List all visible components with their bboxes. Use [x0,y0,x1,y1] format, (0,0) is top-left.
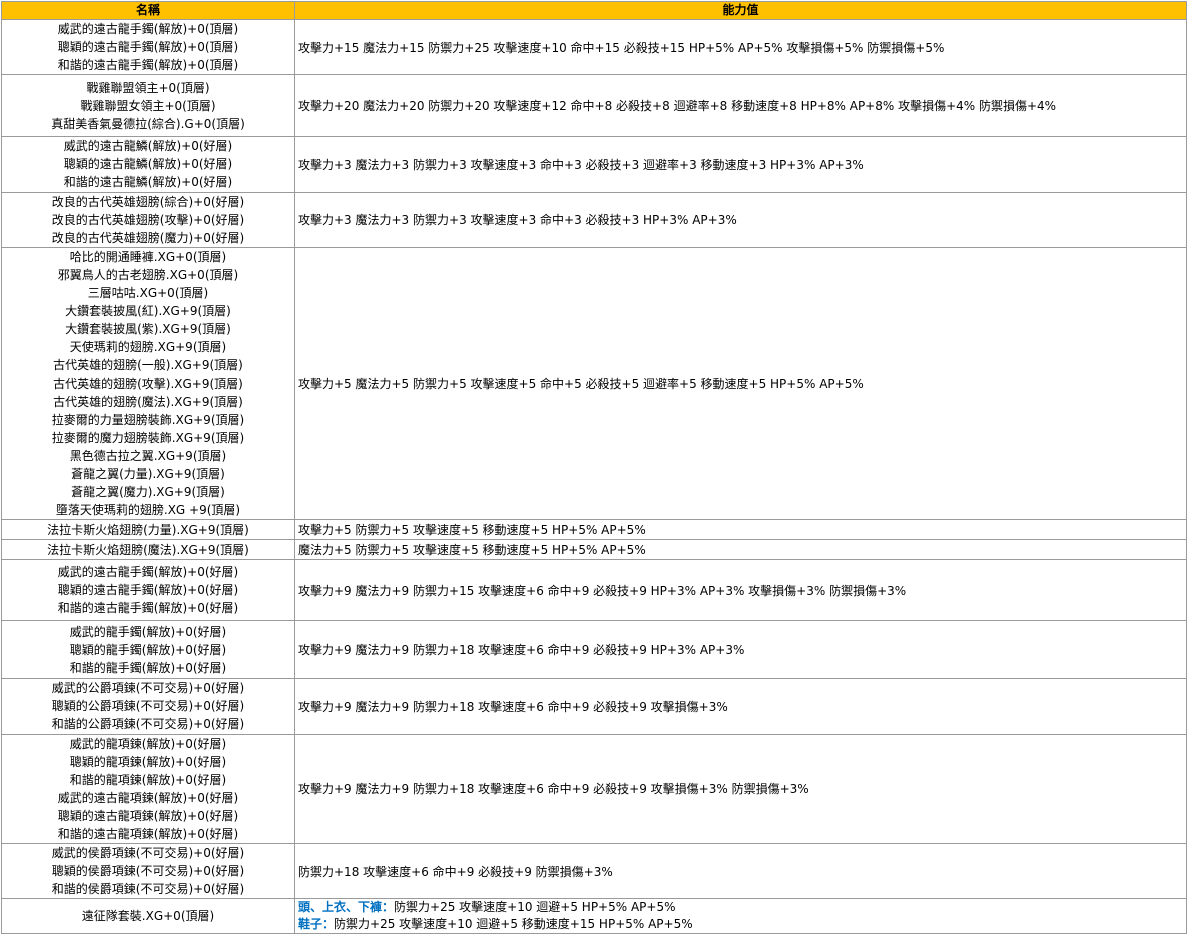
item-name: 聰穎的遠古龍鱗(解放)+0(好層) [63,157,233,172]
table-row: 威武的遠古龍手鐲(解放)+0(頂層) 聰穎的遠古龍手鐲(解放)+0(頂層) 和諧的遠… [1,18,1187,76]
item-name: 拉麥爾的力量翅膀裝飾.XG+9(頂層) [51,412,245,427]
item-name: 和諧的遠古龍項鍊(解放)+0(好層) [57,827,239,841]
item-name: 古代英雄的翅膀(攻擊).XG+9(頂層) [53,376,243,391]
item-name: 聰穎的遠古龍手鐲(解放)+0(頂層) [57,40,239,55]
item-name: 法拉卡斯火焰翅膀(魔法).XG+9(頂層) [47,542,249,557]
item-name: 大鑽套裝披風(紅).XG+9(頂層) [65,304,231,319]
item-name: 改良的古代英雄翅膀(魔力)+0(好層) [51,230,245,245]
stats-line-value: 防禦力+25 攻擊速度+10 迴避+5 HP+5% AP+5% [394,900,676,915]
table-row: 威武的侯爵項鍊(不可交易)+0(好層) 聰穎的侯爵項鍊(不可交易)+0(好層) 和諧… [1,843,1187,900]
stats-line-armor: 頭、上衣、下褲：防禦力+25 攻擊速度+10 迴避+5 HP+5% AP+5% [298,899,1186,916]
item-name: 天使瑪莉的翅膀.XG+9(頂層) [69,340,227,355]
item-name: 威武的龍項鍊(解放)+0(好層) [69,736,227,751]
item-names-cell: 威武的龍手鐲(解放)+0(好層) 聰穎的龍手鐲(解放)+0(好層) 和諧的龍手鐲(解… [1,620,295,680]
item-name: 蒼龍之翼(魔力).XG+9(頂層) [71,485,225,500]
item-name: 聰穎的龍項鍊(解放)+0(好層) [69,754,227,769]
item-name: 和諧的龍項鍊(解放)+0(好層) [69,772,227,787]
item-stats-cell: 攻擊力+9 魔法力+9 防禦力+18 攻擊速度+6 命中+9 必殺技+9 攻擊損… [294,733,1187,845]
item-stats-cell: 攻擊力+5 魔法力+5 防禦力+5 攻擊速度+5 命中+5 必殺技+5 迴避率+… [294,246,1187,521]
item-name: 和諧的龍手鐲(解放)+0(好層) [69,660,227,675]
item-name: 威武的公爵項鍊(不可交易)+0(好層) [51,681,245,696]
item-stats-cell: 頭、上衣、下褲：防禦力+25 攻擊速度+10 迴避+5 HP+5% AP+5% 鞋… [294,898,1187,934]
item-names-cell: 威武的遠古龍鱗(解放)+0(好層) 聰穎的遠古龍鱗(解放)+0(好層) 和諧的遠古龍… [1,136,295,193]
table-row: 法拉卡斯火焰翅膀(力量).XG+9(頂層) 攻擊力+5 防禦力+5 攻擊速度+5 … [1,519,1187,541]
item-name: 大鑽套裝披風(紫).XG+9(頂層) [65,322,231,337]
stats-line-shoes: 鞋子：防禦力+25 攻擊速度+10 迴避+5 移動速度+15 HP+5% AP+… [298,916,1186,933]
item-name: 真甜美香氣曼德拉(綜合).G+0(頂層) [51,116,245,131]
item-stats-cell: 防禦力+18 攻擊速度+6 命中+9 必殺技+9 防禦損傷+3% [294,843,1187,900]
item-names-cell: 戰雞聯盟領主+0(頂層) 戰雞聯盟女領主+0(頂層) 真甜美香氣曼德拉(綜合).G+… [1,74,295,138]
item-name: 威武的侯爵項鍊(不可交易)+0(好層) [51,846,245,861]
item-names-cell: 威武的侯爵項鍊(不可交易)+0(好層) 聰穎的侯爵項鍊(不可交易)+0(好層) 和諧… [1,843,295,900]
item-name: 戰雞聯盟女領主+0(頂層) [80,98,216,113]
item-stats-cell: 攻擊力+5 防禦力+5 攻擊速度+5 移動速度+5 HP+5% AP+5% [294,519,1187,541]
item-stats-cell: 攻擊力+3 魔法力+3 防禦力+3 攻擊速度+3 命中+3 必殺技+3 迴避率+… [294,136,1187,193]
item-name: 威武的遠古龍手鐲(解放)+0(好層) [57,565,239,580]
item-name: 和諧的侯爵項鍊(不可交易)+0(好層) [51,882,245,897]
equipment-stats-table: 名稱 能力值 威武的遠古龍手鐲(解放)+0(頂層) 聰穎的遠古龍手鐲(解放)+0(… [1,1,1187,934]
item-stats-cell: 魔法力+5 防禦力+5 攻擊速度+5 移動速度+5 HP+5% AP+5% [294,539,1187,561]
item-names-cell: 威武的公爵項鍊(不可交易)+0(好層) 聰穎的公爵項鍊(不可交易)+0(好層) 和諧… [1,678,295,735]
item-name: 聰穎的遠古龍手鐲(解放)+0(好層) [57,583,239,598]
item-names-cell: 改良的古代英雄翅膀(綜合)+0(好層) 改良的古代英雄翅膀(攻擊)+0(好層) 改良… [1,191,295,248]
table-row: 威武的龍手鐲(解放)+0(好層) 聰穎的龍手鐲(解放)+0(好層) 和諧的龍手鐲(解… [1,620,1187,680]
item-name: 威武的遠古龍手鐲(解放)+0(頂層) [57,22,239,36]
table-row: 戰雞聯盟領主+0(頂層) 戰雞聯盟女領主+0(頂層) 真甜美香氣曼德拉(綜合).G+… [1,74,1187,138]
item-name: 威武的龍手鐲(解放)+0(好層) [69,624,227,639]
item-name: 黑色德古拉之翼.XG+9(頂層) [69,448,227,463]
item-name: 威武的遠古龍項鍊(解放)+0(好層) [57,790,239,805]
item-name: 古代英雄的翅膀(魔法).XG+9(頂層) [53,394,243,409]
table-row: 遠征隊套裝.XG+0(頂層) 頭、上衣、下褲：防禦力+25 攻擊速度+10 迴避+… [1,898,1187,934]
item-name: 拉麥爾的魔力翅膀裝飾.XG+9(頂層) [51,430,245,445]
item-name: 邪翼鳥人的古老翅膀.XG+0(頂層) [57,267,239,282]
item-names-cell: 遠征隊套裝.XG+0(頂層) [1,898,295,934]
table-row: 改良的古代英雄翅膀(綜合)+0(好層) 改良的古代英雄翅膀(攻擊)+0(好層) 改良… [1,191,1187,248]
table-row: 哈比的開通睡褲.XG+0(頂層) 邪翼鳥人的古老翅膀.XG+0(頂層) 三層咕咕.X… [1,246,1187,521]
header-name: 名稱 [1,1,295,20]
table-row: 威武的公爵項鍊(不可交易)+0(好層) 聰穎的公爵項鍊(不可交易)+0(好層) 和諧… [1,678,1187,735]
item-name: 法拉卡斯火焰翅膀(力量).XG+9(頂層) [47,522,249,537]
item-name: 和諧的遠古龍鱗(解放)+0(好層) [63,175,233,190]
item-names-cell: 哈比的開通睡褲.XG+0(頂層) 邪翼鳥人的古老翅膀.XG+0(頂層) 三層咕咕.X… [1,246,295,521]
item-name: 三層咕咕.XG+0(頂層) [87,286,209,301]
item-name: 哈比的開通睡褲.XG+0(頂層) [69,249,227,264]
item-name: 和諧的遠古龍手鐲(解放)+0(好層) [57,601,239,616]
item-stats-cell: 攻擊力+9 魔法力+9 防禦力+18 攻擊速度+6 命中+9 必殺技+9 HP+… [294,620,1187,680]
item-stats-cell: 攻擊力+15 魔法力+15 防禦力+25 攻擊速度+10 命中+15 必殺技+1… [294,18,1187,76]
item-name: 戰雞聯盟領主+0(頂層) [86,80,210,95]
item-name: 改良的古代英雄翅膀(攻擊)+0(好層) [51,212,245,227]
item-names-cell: 法拉卡斯火焰翅膀(魔法).XG+9(頂層) [1,539,295,561]
item-name: 聰穎的侯爵項鍊(不可交易)+0(好層) [51,864,245,879]
item-name: 和諧的公爵項鍊(不可交易)+0(好層) [51,717,245,732]
table-row: 威武的龍項鍊(解放)+0(好層) 聰穎的龍項鍊(解放)+0(好層) 和諧的龍項鍊(解… [1,733,1187,845]
item-name: 和諧的遠古龍手鐲(解放)+0(頂層) [57,58,239,73]
item-names-cell: 威武的遠古龍手鐲(解放)+0(好層) 聰穎的遠古龍手鐲(解放)+0(好層) 和諧的遠… [1,559,295,622]
item-name: 改良的古代英雄翅膀(綜合)+0(好層) [51,194,245,209]
stats-line-label: 頭、上衣、下褲： [298,900,395,915]
table-row: 威武的遠古龍手鐲(解放)+0(好層) 聰穎的遠古龍手鐲(解放)+0(好層) 和諧的遠… [1,559,1187,622]
item-name: 威武的遠古龍鱗(解放)+0(好層) [63,139,233,154]
item-name: 遠征隊套裝.XG+0(頂層) [81,909,215,924]
item-names-cell: 威武的龍項鍊(解放)+0(好層) 聰穎的龍項鍊(解放)+0(好層) 和諧的龍項鍊(解… [1,733,295,845]
item-name: 聰穎的公爵項鍊(不可交易)+0(好層) [51,699,245,714]
item-stats-cell: 攻擊力+9 魔法力+9 防禦力+18 攻擊速度+6 命中+9 必殺技+9 攻擊損… [294,678,1187,735]
header-stats: 能力值 [294,1,1187,20]
item-name: 聰穎的遠古龍項鍊(解放)+0(好層) [57,808,239,823]
item-names-cell: 威武的遠古龍手鐲(解放)+0(頂層) 聰穎的遠古龍手鐲(解放)+0(頂層) 和諧的遠… [1,18,295,76]
item-name: 聰穎的龍手鐲(解放)+0(好層) [69,642,227,657]
item-stats-cell: 攻擊力+9 魔法力+9 防禦力+15 攻擊速度+6 命中+9 必殺技+9 HP+… [294,559,1187,622]
item-name: 蒼龍之翼(力量).XG+9(頂層) [71,466,225,481]
item-stats-cell: 攻擊力+20 魔法力+20 防禦力+20 攻擊速度+12 命中+8 必殺技+8 … [294,74,1187,138]
stats-line-value: 防禦力+25 攻擊速度+10 迴避+5 移動速度+15 HP+5% AP+5% [334,917,693,932]
table-row: 法拉卡斯火焰翅膀(魔法).XG+9(頂層) 魔法力+5 防禦力+5 攻擊速度+5 … [1,539,1187,561]
item-name: 古代英雄的翅膀(一般).XG+9(頂層) [53,358,243,373]
item-name: 墮落天使瑪莉的翅膀.XG +9(頂層) [55,503,241,518]
item-names-cell: 法拉卡斯火焰翅膀(力量).XG+9(頂層) [1,519,295,541]
header-row: 名稱 能力值 [1,1,1187,20]
stats-line-label: 鞋子： [298,917,335,932]
item-stats-cell: 攻擊力+3 魔法力+3 防禦力+3 攻擊速度+3 命中+3 必殺技+3 HP+3… [294,191,1187,248]
table-row: 威武的遠古龍鱗(解放)+0(好層) 聰穎的遠古龍鱗(解放)+0(好層) 和諧的遠古龍… [1,136,1187,193]
